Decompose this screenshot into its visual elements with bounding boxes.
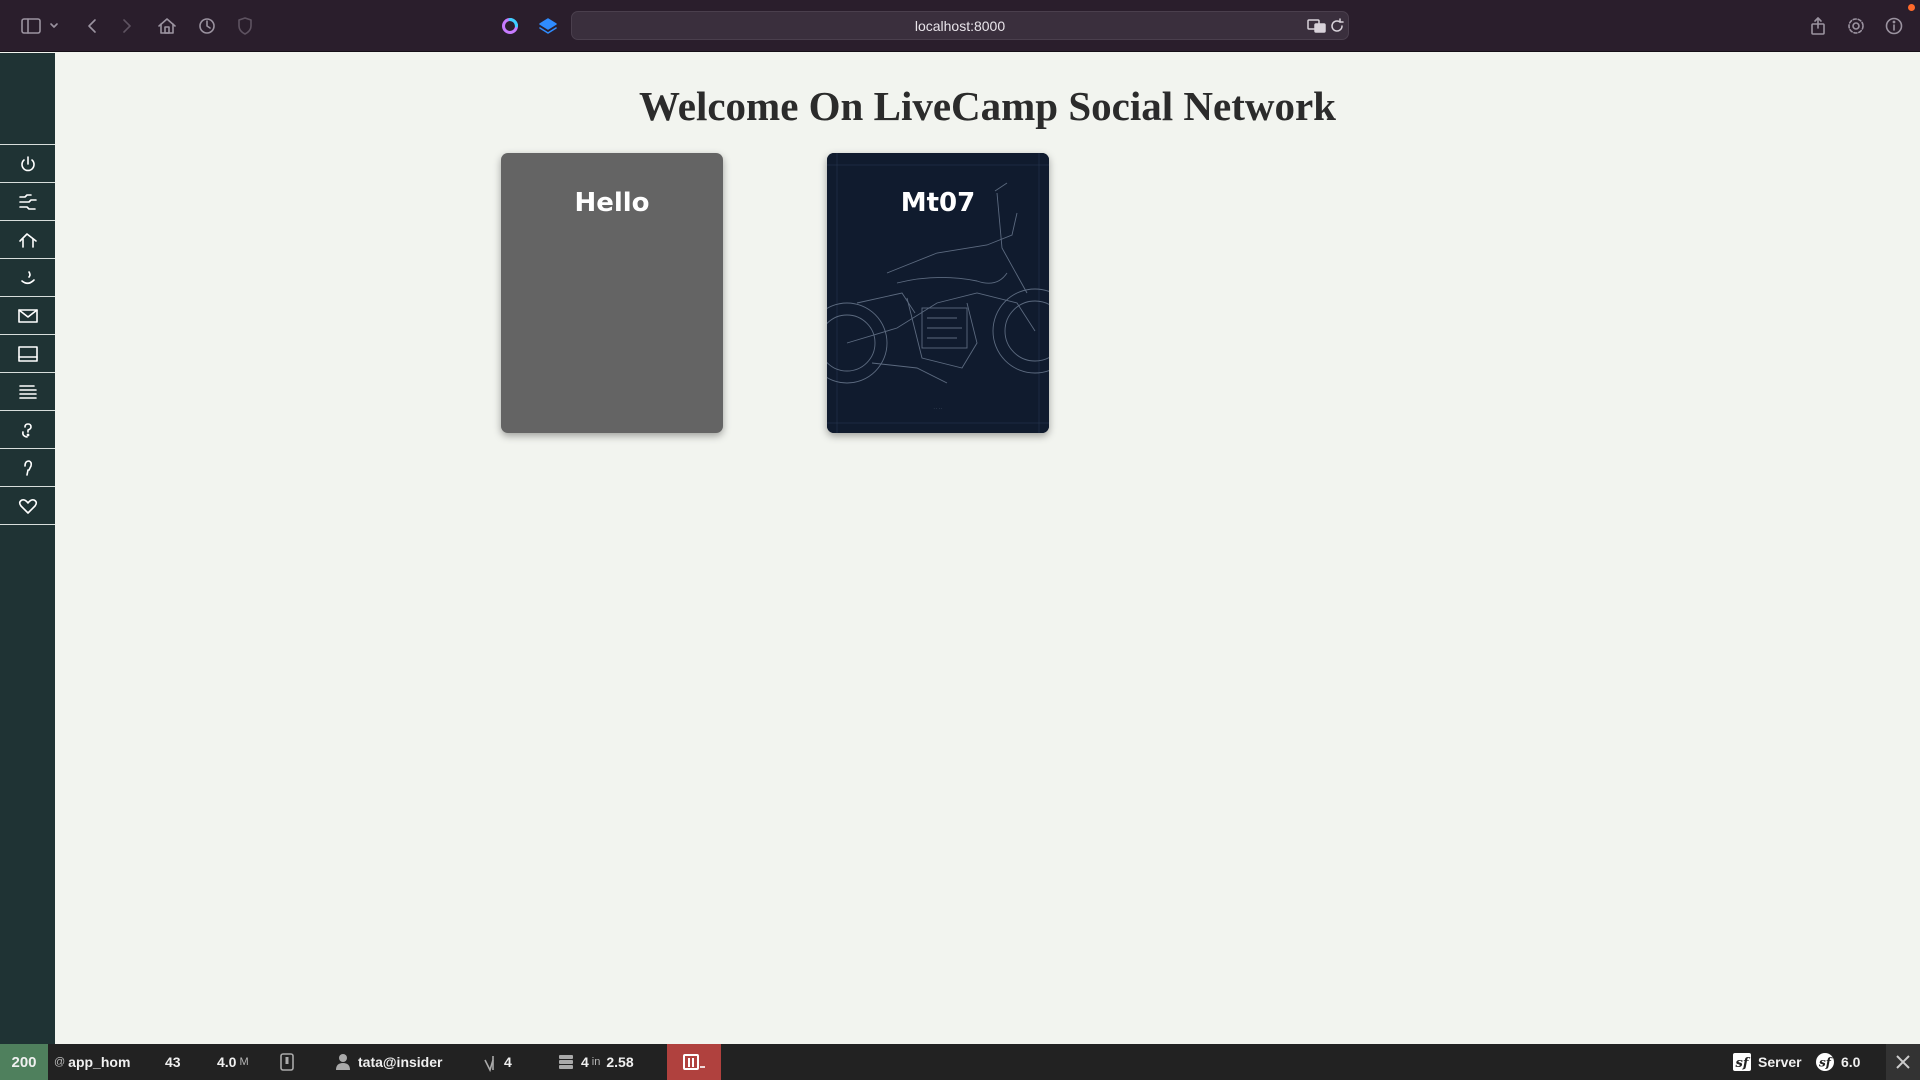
queries-count: 4 xyxy=(581,1054,589,1070)
feed-icon xyxy=(18,193,37,210)
address-bar-url[interactable]: localhost:8000 xyxy=(572,18,1348,34)
logged-in-user: tata@insider xyxy=(358,1054,443,1070)
queries-in-label: in xyxy=(591,1056,601,1068)
heart-icon xyxy=(18,498,37,514)
page-title: Welcome On LiveCamp Social Network xyxy=(639,83,1336,129)
sidebar-item-heart[interactable] xyxy=(0,486,55,524)
home-icon[interactable] xyxy=(153,12,181,40)
history-icon[interactable] xyxy=(193,12,221,40)
share-icon[interactable] xyxy=(1804,12,1832,40)
post-card-hello[interactable]: Hello xyxy=(501,153,723,433)
symfony-icon: sf xyxy=(1816,1053,1834,1071)
reload-icon[interactable] xyxy=(1329,18,1345,39)
events-icon xyxy=(484,1056,494,1072)
symfony-logo-icon: sf xyxy=(1733,1053,1751,1071)
form-icon xyxy=(280,1053,294,1071)
status-code: 200 xyxy=(11,1053,37,1071)
extension-layers-icon[interactable] xyxy=(534,12,562,40)
events-panel[interactable]: 4 xyxy=(482,1044,512,1080)
queries-time: 2.58 xyxy=(606,1054,634,1070)
bulb-icon xyxy=(23,459,32,476)
shield-icon[interactable] xyxy=(231,12,259,40)
sidebar-item-list[interactable] xyxy=(0,372,55,410)
database-icon xyxy=(559,1055,573,1069)
route-name: app_hom xyxy=(68,1054,131,1070)
sidebar-item-power[interactable] xyxy=(0,144,55,182)
debug-toolbar: 200 @ app_hom 43 4.0 M tata@insider 4 4 … xyxy=(0,1044,1920,1080)
database-panel[interactable]: 4 in 2.58 xyxy=(557,1044,634,1080)
memory-value: 4.0 xyxy=(217,1054,237,1070)
toolbar-close-button[interactable] xyxy=(1886,1044,1920,1080)
close-icon xyxy=(1896,1055,1910,1069)
server-label: Server xyxy=(1758,1054,1802,1070)
sidebar-toggle-icon[interactable] xyxy=(17,12,45,40)
card-title: Hello xyxy=(574,188,650,218)
forms-panel[interactable] xyxy=(278,1044,296,1080)
symfony-version: 6.0 xyxy=(1841,1054,1861,1070)
back-icon[interactable] xyxy=(78,12,106,40)
sidebar-item-moon[interactable] xyxy=(0,258,55,296)
status-code-badge[interactable]: 200 xyxy=(0,1044,48,1080)
sidebar-divider xyxy=(0,524,55,525)
memory-unit: M xyxy=(239,1056,249,1068)
mail-icon xyxy=(17,308,38,323)
power-icon xyxy=(20,155,35,171)
twig-icon xyxy=(683,1054,705,1070)
extension-ring-icon[interactable] xyxy=(496,12,524,40)
sidebar-item-help[interactable] xyxy=(0,410,55,448)
sidebar xyxy=(0,53,55,1044)
sidebar-home-icon xyxy=(18,232,37,248)
sidebar-item-bulb[interactable] xyxy=(0,448,55,486)
translate-icon[interactable] xyxy=(1307,18,1327,39)
sidebar-item-feed[interactable] xyxy=(0,182,55,220)
request-time: 43 xyxy=(165,1054,181,1070)
events-count: 4 xyxy=(504,1054,512,1070)
memory-panel[interactable]: 4.0 M xyxy=(217,1044,249,1080)
svg-text:sf: sf xyxy=(1819,1056,1833,1070)
time-panel[interactable]: 43 xyxy=(165,1044,181,1080)
server-panel[interactable]: sf Server xyxy=(1732,1044,1802,1080)
moon-icon xyxy=(20,270,35,284)
info-icon[interactable] xyxy=(1880,12,1908,40)
forward-icon[interactable] xyxy=(113,12,141,40)
twig-panel[interactable] xyxy=(667,1044,721,1080)
browser-toolbar: localhost:8000 xyxy=(0,0,1920,52)
sidebar-item-image[interactable] xyxy=(0,334,55,372)
user-icon xyxy=(336,1054,350,1070)
help-icon xyxy=(21,422,32,438)
notification-dot xyxy=(1908,4,1915,11)
settings-gear-icon[interactable] xyxy=(1842,12,1870,40)
route-prefix: @ xyxy=(54,1056,66,1068)
list-icon xyxy=(18,384,37,399)
sidebar-item-home[interactable] xyxy=(0,220,55,258)
route-panel[interactable]: @ app_hom xyxy=(54,1044,130,1080)
address-bar[interactable]: localhost:8000 xyxy=(571,11,1349,40)
card-title: Mt07 xyxy=(900,188,976,218)
security-panel[interactable]: tata@insider xyxy=(334,1044,442,1080)
symfony-version-panel[interactable]: sf 6.0 xyxy=(1815,1044,1860,1080)
post-card-mt07[interactable]: · · · · Mt07 xyxy=(827,153,1049,433)
svg-text:· · · ·: · · · · xyxy=(934,406,943,411)
image-icon xyxy=(17,345,38,362)
chevron-down-icon[interactable] xyxy=(45,12,63,40)
sidebar-item-mail[interactable] xyxy=(0,296,55,334)
